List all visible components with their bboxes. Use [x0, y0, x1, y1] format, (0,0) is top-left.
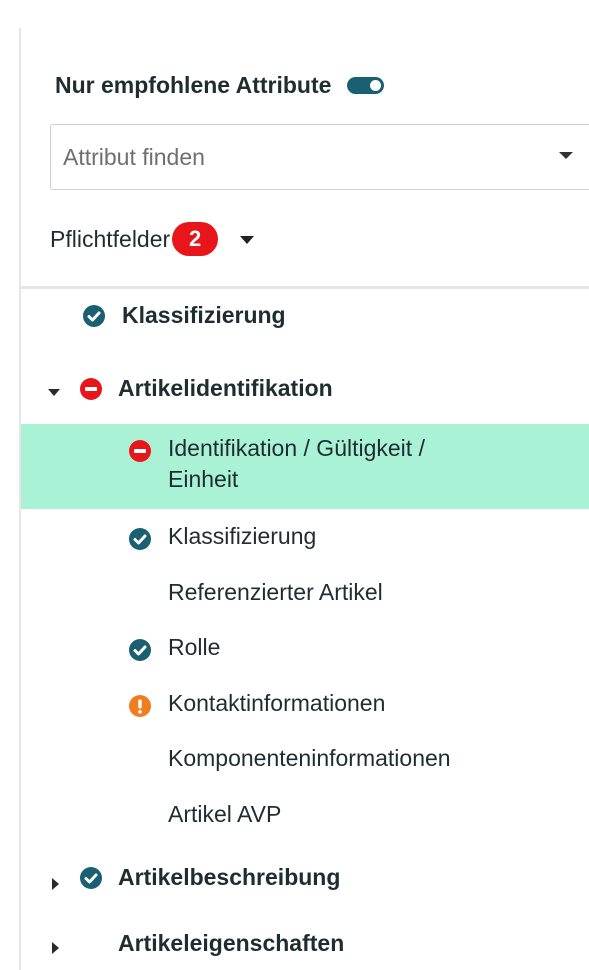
attribute-search-input[interactable]: [63, 137, 533, 177]
recommended-attributes-toggle[interactable]: [347, 77, 385, 94]
recommended-attributes-header: Nur empfohlene Attribute: [55, 72, 385, 99]
tree-item-label-line-2: Einheit: [168, 466, 239, 492]
collapsed-caret-icon[interactable]: [52, 878, 59, 890]
required-fields-label: Pflichtfelder: [50, 225, 171, 252]
check-icon: [80, 867, 102, 889]
tree-item-label: Komponenteninformationen: [168, 745, 451, 771]
check-icon: [83, 305, 105, 327]
expand-caret-icon[interactable]: [48, 389, 60, 396]
tree-item-label: Rolle: [168, 634, 221, 660]
tree-item-label: Artikeleigenschaften: [118, 930, 345, 956]
recommended-attributes-label: Nur empfohlene Attribute: [55, 72, 332, 98]
attribute-search-dropdown[interactable]: [50, 124, 589, 190]
tree-item-label: Identifikation / Gültigkeit / Einheit: [168, 433, 568, 495]
chevron-down-icon[interactable]: [559, 152, 573, 159]
tree-item-label: Kontaktinformationen: [168, 690, 386, 716]
required-fields-filter[interactable]: Pflichtfelder 2: [50, 222, 255, 256]
tree-item-label: Artikelbeschreibung: [118, 864, 341, 890]
tree-item-label: Artikelidentifikation: [118, 375, 333, 401]
collapsed-caret-icon[interactable]: [52, 942, 59, 954]
tree-item-label-line-1: Identifikation / Gültigkeit /: [168, 435, 425, 461]
check-icon: [129, 528, 151, 550]
tree-item-label: Klassifizierung: [168, 523, 317, 549]
warning-icon: [129, 695, 151, 717]
error-icon: [129, 440, 151, 462]
required-fields-count-badge: 2: [172, 222, 219, 256]
tree-item-label: Klassifizierung: [122, 302, 286, 328]
caret-down-icon[interactable]: [240, 236, 255, 244]
tree-item-label: Artikel AVP: [168, 801, 282, 827]
section-divider: [21, 286, 589, 289]
check-icon: [129, 639, 151, 661]
tree-item-label: Referenzierter Artikel: [168, 579, 383, 605]
error-icon: [80, 378, 102, 400]
toggle-knob: [370, 80, 382, 91]
